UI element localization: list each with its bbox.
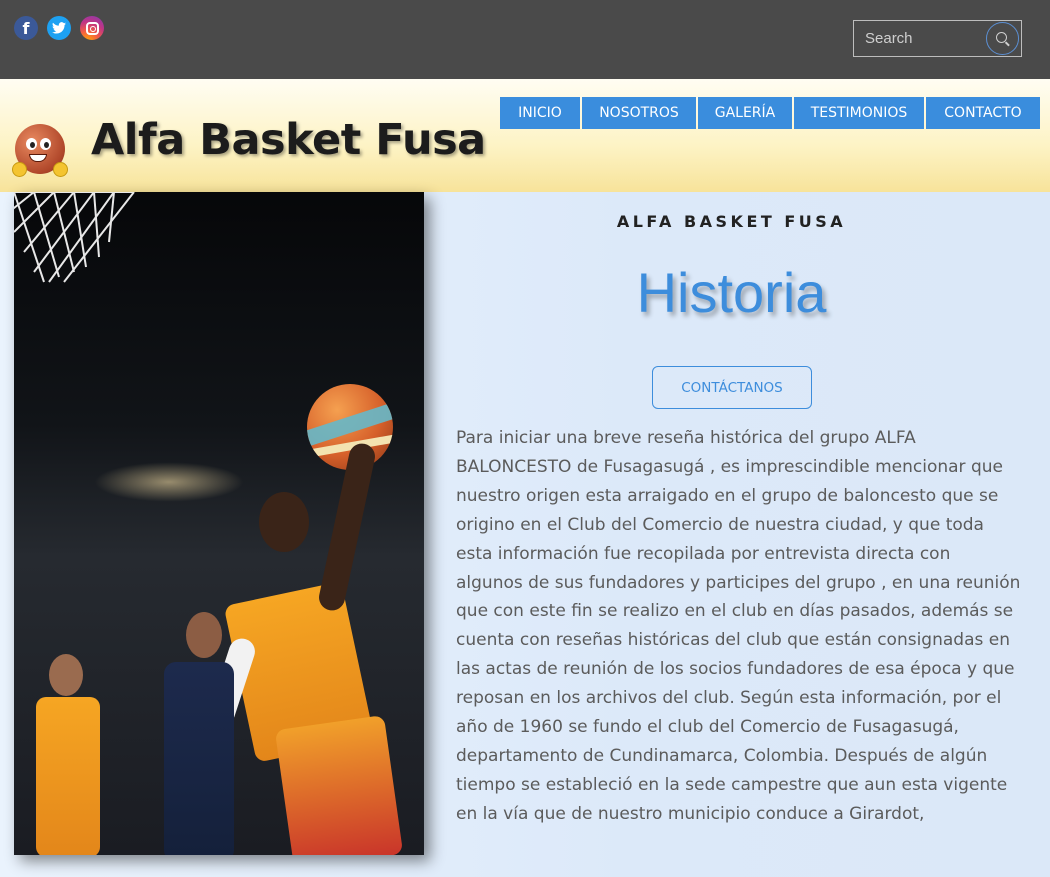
site-header: Alfa Basket Fusa INICIO NOSOTROS GALERÍA… (0, 79, 1050, 192)
opponent-jersey (164, 662, 234, 855)
search-input[interactable] (854, 21, 984, 56)
player-main-shorts (274, 715, 404, 855)
teammate-jersey (36, 697, 100, 855)
arena-lights (94, 462, 244, 502)
basketball-mascot-logo[interactable] (12, 124, 69, 178)
search-box (853, 20, 1022, 57)
section-heading: Historia (636, 261, 827, 324)
site-title[interactable]: Alfa Basket Fusa (91, 115, 486, 165)
nav-item-nosotros[interactable]: NOSOTROS (582, 97, 696, 129)
logo-hand-left (12, 162, 27, 177)
contact-button[interactable]: CONTÁCTANOS (652, 366, 812, 409)
logo-eye-right (40, 138, 51, 150)
basketball-player-photo (14, 192, 424, 855)
facebook-glyph: f (22, 18, 30, 38)
history-paragraph: Para iniciar una breve reseña histórica … (456, 428, 1021, 824)
social-links: f (14, 16, 104, 40)
instagram-icon[interactable] (80, 16, 104, 40)
teammate-head (49, 654, 83, 696)
nav-item-contacto[interactable]: CONTACTO (926, 97, 1040, 129)
instagram-camera-glyph (85, 21, 99, 35)
search-icon (996, 32, 1007, 43)
main-content: ALFA BASKET FUSA Historia CONTÁCTANOS Pa… (0, 192, 1050, 877)
opponent-head (186, 612, 222, 658)
section-eyebrow: ALFA BASKET FUSA (616, 212, 847, 231)
twitter-bird-glyph (52, 22, 66, 34)
nav-item-testimonios[interactable]: TESTIMONIOS (794, 97, 924, 129)
search-button[interactable] (986, 22, 1019, 55)
top-bar: f (0, 0, 1050, 79)
player-main-arm (316, 441, 378, 613)
nav-item-galeria[interactable]: GALERÍA (698, 97, 792, 129)
logo-hand-right (53, 162, 68, 177)
logo-eye-left (26, 138, 37, 150)
player-main-head (259, 492, 309, 552)
facebook-icon[interactable]: f (14, 16, 38, 40)
nav-item-inicio[interactable]: INICIO (500, 97, 580, 129)
main-nav: INICIO NOSOTROS GALERÍA TESTIMONIOS CONT… (500, 97, 1040, 129)
basketball-net-graphic (14, 192, 135, 283)
twitter-icon[interactable] (47, 16, 71, 40)
